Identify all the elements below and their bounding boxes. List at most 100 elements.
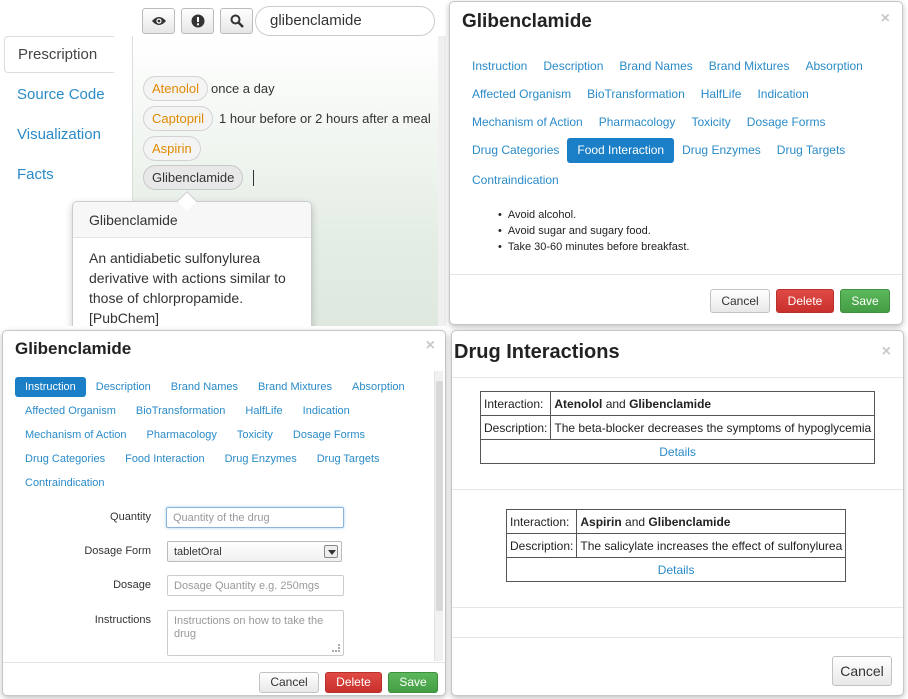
drug-pill-aspirin[interactable]: Aspirin <box>143 136 201 161</box>
tab-affected-organism[interactable]: Affected Organism <box>464 83 579 105</box>
tab-facts[interactable]: Facts <box>4 157 114 193</box>
resize-handle-icon[interactable] <box>332 644 340 652</box>
cancel-button[interactable]: Cancel <box>710 289 770 313</box>
food-interaction-list: Avoid alcohol. Avoid sugar and sugary fo… <box>498 207 690 255</box>
tab-description[interactable]: Description <box>535 55 611 77</box>
side-tabs: Prescription Source Code Visualization F… <box>4 36 114 197</box>
drug-pill-atenolol[interactable]: Atenolol <box>143 76 208 101</box>
delete-button[interactable]: Delete <box>325 672 382 693</box>
tab-dosage-forms[interactable]: Dosage Forms <box>739 111 834 133</box>
table-row: Interaction: Atenolol and Glibenclamide <box>479 391 876 416</box>
tab-toxicity[interactable]: Toxicity <box>227 425 283 445</box>
tab-mechanism-of-action[interactable]: Mechanism of Action <box>464 111 591 133</box>
tab-drug-enzymes[interactable]: Drug Enzymes <box>215 449 307 469</box>
alert-button[interactable] <box>181 8 214 34</box>
drug-popover: Glibenclamide An antidiabetic sulfonylur… <box>72 191 312 326</box>
instructions-label: Instructions <box>94 614 151 626</box>
modal-title: Drug Interactions <box>454 341 620 363</box>
delete-button[interactable]: Delete <box>776 289 834 313</box>
tab-halflife[interactable]: HalfLife <box>235 401 292 421</box>
interaction-label: Interaction: <box>505 509 578 534</box>
drug-b: Glibenclamide <box>648 514 731 529</box>
cancel-button[interactable]: Cancel <box>832 656 892 686</box>
drug-b: Glibenclamide <box>629 396 712 411</box>
quantity-label: Quantity <box>110 511 151 523</box>
toolbar <box>142 8 253 34</box>
tab-halflife[interactable]: HalfLife <box>693 83 750 105</box>
chevron-down-icon[interactable] <box>324 545 338 558</box>
details-link[interactable]: Details <box>505 557 847 582</box>
tab-toxicity[interactable]: Toxicity <box>683 111 738 133</box>
tab-pharmacology[interactable]: Pharmacology <box>137 425 227 445</box>
drug-a: Aspirin <box>580 514 622 529</box>
tab-instruction[interactable]: Instruction <box>15 377 86 397</box>
search-button[interactable] <box>220 8 253 34</box>
tab-drug-targets[interactable]: Drug Targets <box>769 139 853 161</box>
divider <box>452 607 903 608</box>
tab-prescription[interactable]: Prescription <box>4 36 114 73</box>
tab-drug-categories[interactable]: Drug Categories <box>15 449 115 469</box>
search-input[interactable]: glibenclamide <box>255 6 435 36</box>
tab-brand-mixtures[interactable]: Brand Mixtures <box>248 377 342 397</box>
tab-absorption[interactable]: Absorption <box>797 55 870 77</box>
tab-contraindication[interactable]: Contraindication <box>15 473 115 493</box>
modal-title: Glibenclamide <box>462 11 592 32</box>
quantity-input[interactable]: Quantity of the drug <box>166 507 344 528</box>
tab-description[interactable]: Description <box>86 377 161 397</box>
tab-indication[interactable]: Indication <box>749 83 816 105</box>
view-button[interactable] <box>142 8 175 34</box>
tab-instruction[interactable]: Instruction <box>464 55 535 77</box>
table-row: Details <box>505 557 847 582</box>
text-cursor <box>253 169 255 186</box>
drug-pill-captopril[interactable]: Captopril <box>143 106 214 131</box>
close-icon[interactable]: × <box>426 337 435 355</box>
tab-drug-enzymes[interactable]: Drug Enzymes <box>674 139 769 161</box>
tab-indication[interactable]: Indication <box>293 401 360 421</box>
close-icon[interactable]: × <box>881 10 890 28</box>
tab-dosage-forms[interactable]: Dosage Forms <box>283 425 375 445</box>
rx-line: Atenolol once a day <box>143 76 275 101</box>
tab-biotransformation[interactable]: BioTransformation <box>579 83 693 105</box>
save-button[interactable]: Save <box>840 289 890 313</box>
tab-source-code[interactable]: Source Code <box>4 77 114 113</box>
tab-mechanism-of-action[interactable]: Mechanism of Action <box>15 425 137 445</box>
tab-absorption[interactable]: Absorption <box>342 377 415 397</box>
tab-affected-organism[interactable]: Affected Organism <box>15 401 126 421</box>
tab-brand-names[interactable]: Brand Names <box>161 377 248 397</box>
drug-a: Atenolol <box>554 396 603 411</box>
modal-footer: Cancel Delete Save <box>3 662 445 695</box>
details-link[interactable]: Details <box>479 439 876 464</box>
dosage-form-select[interactable]: tabletOral <box>167 541 342 562</box>
tab-brand-mixtures[interactable]: Brand Mixtures <box>701 55 798 77</box>
tab-brand-names[interactable]: Brand Names <box>611 55 700 77</box>
close-icon[interactable]: × <box>882 343 891 361</box>
dosage-input[interactable]: Dosage Quantity e.g. 250mgs <box>167 575 344 596</box>
drug-note: 1 hour before or 2 hours after a meal <box>219 111 431 126</box>
scrollbar-thumb[interactable] <box>436 381 443 611</box>
list-item: Take 30-60 minutes before breakfast. <box>498 239 690 255</box>
tab-visualization[interactable]: Visualization <box>4 117 114 153</box>
tab-biotransformation[interactable]: BioTransformation <box>126 401 235 421</box>
interaction-label: Interaction: <box>479 391 552 416</box>
table-row: Interaction: Aspirin and Glibenclamide <box>505 509 847 534</box>
tab-food-interaction[interactable]: Food Interaction <box>567 138 675 163</box>
drug-pill-glibenclamide[interactable]: Glibenclamide <box>143 165 244 190</box>
editor-scrollbar[interactable] <box>438 36 446 326</box>
tab-contraindication[interactable]: Contraindication <box>464 169 567 191</box>
modal-footer: Cancel <box>452 637 903 695</box>
interaction-value: Atenolol and Glibenclamide <box>550 391 876 416</box>
rx-line: Aspirin <box>143 136 201 161</box>
cancel-button[interactable]: Cancel <box>259 672 319 693</box>
tab-pharmacology[interactable]: Pharmacology <box>591 111 684 133</box>
modal-scrollbar[interactable] <box>434 371 443 661</box>
description-value: The beta-blocker decreases the symptoms … <box>550 415 876 440</box>
table-row: Description: The beta-blocker decreases … <box>479 415 876 440</box>
tab-drug-targets[interactable]: Drug Targets <box>307 449 390 469</box>
tab-food-interaction[interactable]: Food Interaction <box>115 449 215 469</box>
save-button[interactable]: Save <box>388 672 438 693</box>
list-item: Avoid sugar and sugary food. <box>498 223 689 239</box>
dosage-form-label: Dosage Form <box>84 545 151 557</box>
instructions-textarea[interactable]: Instructions on how to take the drug <box>167 610 344 656</box>
prescription-panel: glibenclamide Prescription Source Code V… <box>0 0 446 326</box>
tab-drug-categories[interactable]: Drug Categories <box>464 139 567 161</box>
